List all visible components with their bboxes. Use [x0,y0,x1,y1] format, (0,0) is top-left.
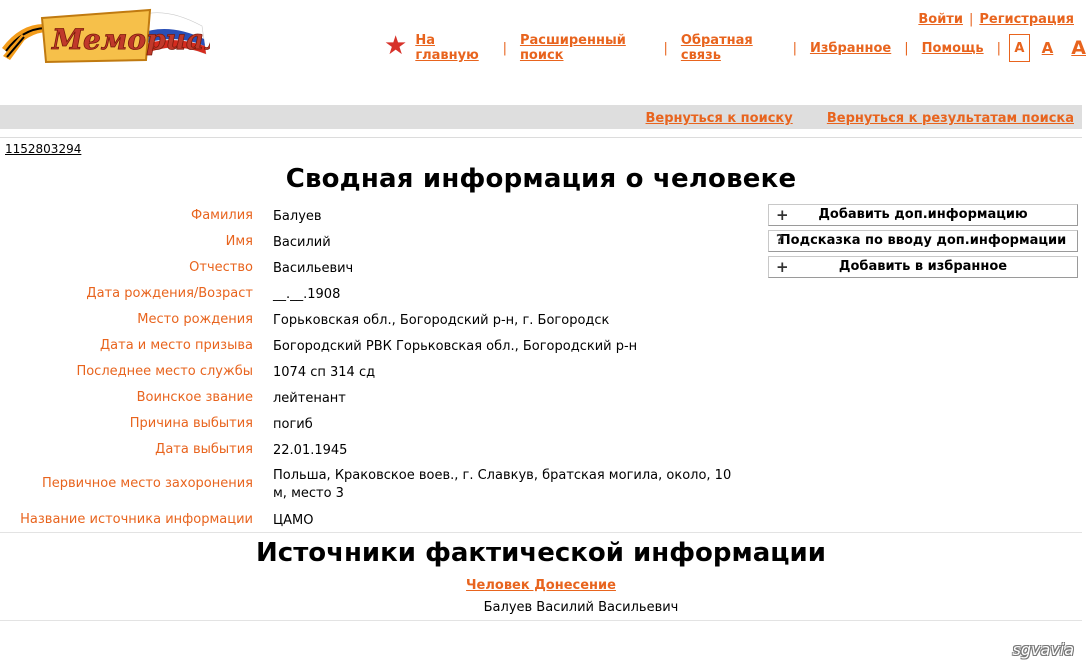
input-hint-button[interactable]: ? Подсказка по вводу доп.информации [768,230,1078,252]
field-value: лейтенант [273,391,346,406]
login-link[interactable]: Войти [918,12,963,27]
field-label: Фамилия [191,208,253,223]
field-label: Дата и место призыва [100,338,253,353]
star-icon: ★ [384,31,408,61]
add-info-button[interactable]: + Добавить доп.информацию [768,204,1078,226]
document-link-wrap: Человек Донесение [0,578,1082,593]
logo-graphic: Мемориал [2,8,225,64]
nav-favorites[interactable]: Избранное [810,41,891,56]
button-label: Подсказка по вводу доп.информации [779,233,1067,248]
back-to-results-link[interactable]: Вернуться к результатам поиска [827,111,1074,126]
person-name: Балуев Василий Васильевич [483,600,679,615]
summary-title: Сводная информация о человеке [285,164,797,194]
field-label: Дата выбытия [155,442,253,457]
field-value: Балуев [273,209,322,224]
nav-advanced-search[interactable]: Расширенный поиск [520,33,651,63]
field-value: погиб [273,417,313,432]
font-size-medium[interactable]: A [1042,39,1054,57]
field-value: __.__.1908 [273,287,341,302]
field-label: Дата рождения/Возраст [86,286,253,301]
field-label: Имя [225,234,253,249]
document-link[interactable]: Человек Донесение [466,578,616,593]
logo-text: Мемориал [51,23,210,56]
font-size-small[interactable]: A [1009,34,1030,62]
button-label: Добавить доп.информацию [818,207,1028,222]
button-label: Добавить в избранное [838,259,1008,274]
field-label: Воинское звание [136,390,253,405]
back-links: Вернуться к поиску Вернуться к результат… [616,111,1075,126]
field-value: Василий [273,235,331,250]
field-value: ЦАМО [273,513,314,528]
divider [0,532,1082,533]
divider [0,137,1082,138]
field-value: Богородский РВК Горьковская обл., Богоро… [273,339,638,354]
field-label: Причина выбытия [129,416,253,431]
field-label: Последнее место службы [76,364,253,379]
field-label: Первичное место захоронения [41,476,253,491]
plus-icon: + [776,258,789,276]
field-value: 1074 сп 314 сд [273,365,376,380]
add-to-favorites-button[interactable]: + Добавить в избранное [768,256,1078,278]
field-value: 22.01.1945 [273,443,348,458]
memorial-logo[interactable]: Мемориал [0,4,225,68]
field-value: Польша, Краковское воев., г. Славкув, бр… [273,468,732,501]
nav-home[interactable]: На главную [415,33,489,63]
nav-feedback[interactable]: Обратная связь [681,33,780,63]
register-link[interactable]: Регистрация [979,12,1074,27]
nav-help[interactable]: Помощь [922,41,984,56]
back-to-search-link[interactable]: Вернуться к поиску [646,111,793,126]
plus-icon: + [776,206,789,224]
divider [0,620,1082,621]
auth-links: Войти | Регистрация [918,12,1074,27]
field-label: Отчество [189,260,253,275]
question-icon: ? [776,233,784,248]
font-size-large[interactable]: A [1071,37,1086,59]
field-label: Название источника информации [20,512,253,527]
sources-title: Источники фактической информации [256,538,826,568]
main-nav: ★ На главную | Расширенный поиск | Обрат… [384,31,1086,63]
record-id[interactable]: 1152803294 [5,142,81,156]
field-value: Васильевич [273,261,354,276]
field-value: Горьковская обл., Богородский р-н, г. Бо… [273,313,610,328]
field-label: Место рождения [137,312,253,327]
watermark: sgvavia [1012,640,1074,659]
